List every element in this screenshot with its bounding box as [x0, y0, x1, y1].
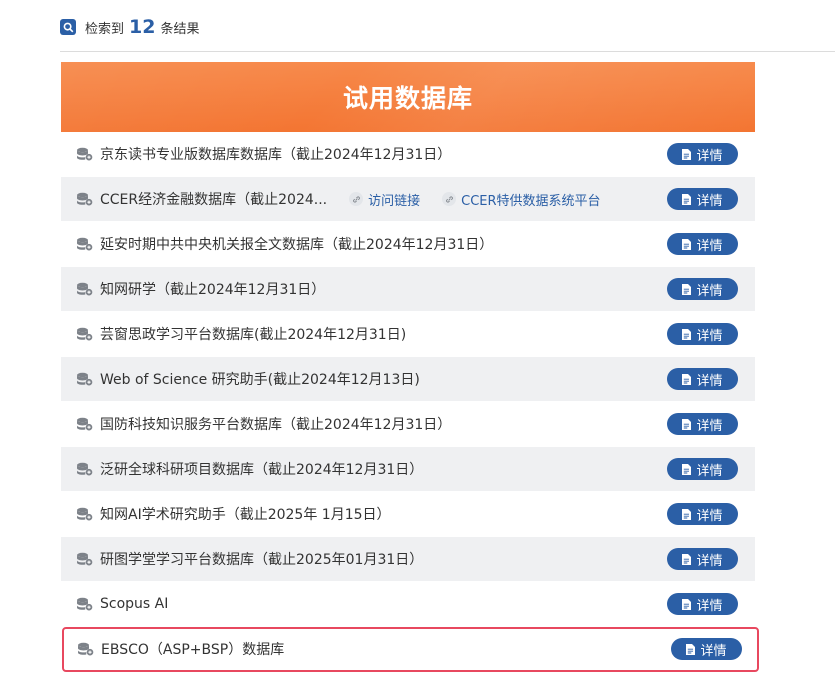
- database-icon: [76, 552, 100, 566]
- detail-label: 详情: [696, 463, 723, 479]
- database-row: 芸窗思政学习平台数据库(截止2024年12月31日) 详情: [61, 312, 755, 357]
- detail-button[interactable]: 详情: [667, 323, 738, 345]
- detail-button[interactable]: 详情: [667, 548, 738, 570]
- search-summary: 检索到 12 条结果: [60, 14, 199, 40]
- document-icon: [682, 373, 696, 385]
- database-row: Web of Science 研究助手(截止2024年12月13日) 详情: [61, 357, 755, 402]
- document-icon: [682, 328, 696, 340]
- detail-button[interactable]: 详情: [667, 413, 738, 435]
- database-row: 国防科技知识服务平台数据库（截止2024年12月31日） 详情: [61, 402, 755, 447]
- detail-label: 详情: [696, 508, 723, 524]
- search-icon: [60, 19, 76, 35]
- access-link[interactable]: 访问链接: [349, 190, 420, 209]
- detail-button[interactable]: 详情: [667, 593, 738, 615]
- database-row: EBSCO（ASP+BSP）数据库 详情: [62, 627, 759, 672]
- database-row: 延安时期中共中央机关报全文数据库（截止2024年12月31日） 详情: [61, 222, 755, 267]
- search-suffix: 条结果: [160, 21, 200, 37]
- database-row: 知网研学（截止2024年12月31日） 详情: [61, 267, 755, 312]
- database-icon: [77, 642, 101, 656]
- database-icon: [76, 597, 100, 611]
- document-icon: [682, 283, 696, 295]
- database-title[interactable]: Scopus AI: [100, 596, 168, 612]
- trial-database-banner: 试用数据库: [61, 62, 755, 132]
- database-icon: [76, 192, 100, 206]
- document-icon: [682, 148, 696, 160]
- detail-label: 详情: [696, 373, 723, 389]
- results-page: 检索到 12 条结果 试用数据库 京东读书专业版数据库数据库（截止2024年12…: [0, 0, 835, 692]
- detail-label: 详情: [696, 193, 723, 209]
- database-title[interactable]: Web of Science 研究助手(截止2024年12月13日): [100, 369, 420, 389]
- detail-label: 详情: [696, 328, 723, 344]
- database-icon: [76, 507, 100, 521]
- detail-label: 详情: [696, 553, 723, 569]
- database-icon: [76, 327, 100, 341]
- database-title[interactable]: 知网AI学术研究助手（截止2025年 1月15日）: [100, 504, 391, 524]
- database-row: Scopus AI 详情: [61, 582, 755, 627]
- database-title[interactable]: 延安时期中共中央机关报全文数据库（截止2024年12月31日）: [100, 234, 493, 254]
- database-icon: [76, 147, 100, 161]
- detail-label: 详情: [696, 598, 723, 614]
- document-icon: [686, 643, 700, 655]
- database-title[interactable]: CCER经济金融数据库（截止2024...: [100, 189, 327, 209]
- link-icon: [442, 192, 457, 206]
- detail-label: 详情: [696, 283, 723, 299]
- database-row: CCER经济金融数据库（截止2024... 访问链接 CCER特供数据系统平台 详情: [61, 177, 755, 222]
- detail-label: 详情: [700, 643, 727, 659]
- detail-button[interactable]: 详情: [667, 233, 738, 255]
- detail-button[interactable]: 详情: [667, 368, 738, 390]
- database-title[interactable]: 研图学堂学习平台数据库（截止2025年01月31日）: [100, 549, 423, 569]
- database-row: 京东读书专业版数据库数据库（截止2024年12月31日） 详情: [61, 132, 755, 177]
- divider: [60, 51, 835, 52]
- document-icon: [682, 193, 696, 205]
- database-icon: [76, 282, 100, 296]
- detail-label: 详情: [696, 418, 723, 434]
- database-list: 京东读书专业版数据库数据库（截止2024年12月31日） 详情 CCER经济金融数据…: [61, 132, 759, 672]
- link-icon: [349, 192, 364, 206]
- database-icon: [76, 417, 100, 431]
- database-icon: [76, 237, 100, 251]
- document-icon: [682, 553, 696, 565]
- database-row: 知网AI学术研究助手（截止2025年 1月15日） 详情: [61, 492, 755, 537]
- database-title[interactable]: 京东读书专业版数据库数据库（截止2024年12月31日）: [100, 144, 451, 164]
- detail-button[interactable]: 详情: [667, 503, 738, 525]
- detail-button[interactable]: 详情: [667, 278, 738, 300]
- database-icon: [76, 462, 100, 476]
- database-title[interactable]: 芸窗思政学习平台数据库(截止2024年12月31日): [100, 324, 406, 344]
- detail-button[interactable]: 详情: [667, 458, 738, 480]
- database-row: 研图学堂学习平台数据库（截止2025年01月31日） 详情: [61, 537, 755, 582]
- document-icon: [682, 238, 696, 250]
- result-count: 12: [129, 15, 156, 38]
- database-icon: [76, 372, 100, 386]
- detail-label: 详情: [696, 148, 723, 164]
- database-row: 泛研全球科研项目数据库（截止2024年12月31日） 详情: [61, 447, 755, 492]
- link-label: CCER特供数据系统平台: [461, 193, 601, 209]
- database-title[interactable]: 知网研学（截止2024年12月31日）: [100, 279, 325, 299]
- document-icon: [682, 508, 696, 520]
- database-title[interactable]: 泛研全球科研项目数据库（截止2024年12月31日）: [100, 459, 423, 479]
- database-title[interactable]: EBSCO（ASP+BSP）数据库: [101, 639, 284, 659]
- document-icon: [682, 463, 696, 475]
- detail-button[interactable]: 详情: [667, 143, 738, 165]
- document-icon: [682, 598, 696, 610]
- document-icon: [682, 418, 696, 430]
- search-prefix: 检索到: [85, 21, 125, 37]
- database-title[interactable]: 国防科技知识服务平台数据库（截止2024年12月31日）: [100, 414, 451, 434]
- platform-link[interactable]: CCER特供数据系统平台: [442, 190, 601, 209]
- detail-button[interactable]: 详情: [667, 188, 738, 210]
- link-label: 访问链接: [368, 193, 421, 209]
- detail-button[interactable]: 详情: [671, 638, 742, 660]
- banner-title: 试用数据库: [342, 84, 473, 113]
- detail-label: 详情: [696, 238, 723, 254]
